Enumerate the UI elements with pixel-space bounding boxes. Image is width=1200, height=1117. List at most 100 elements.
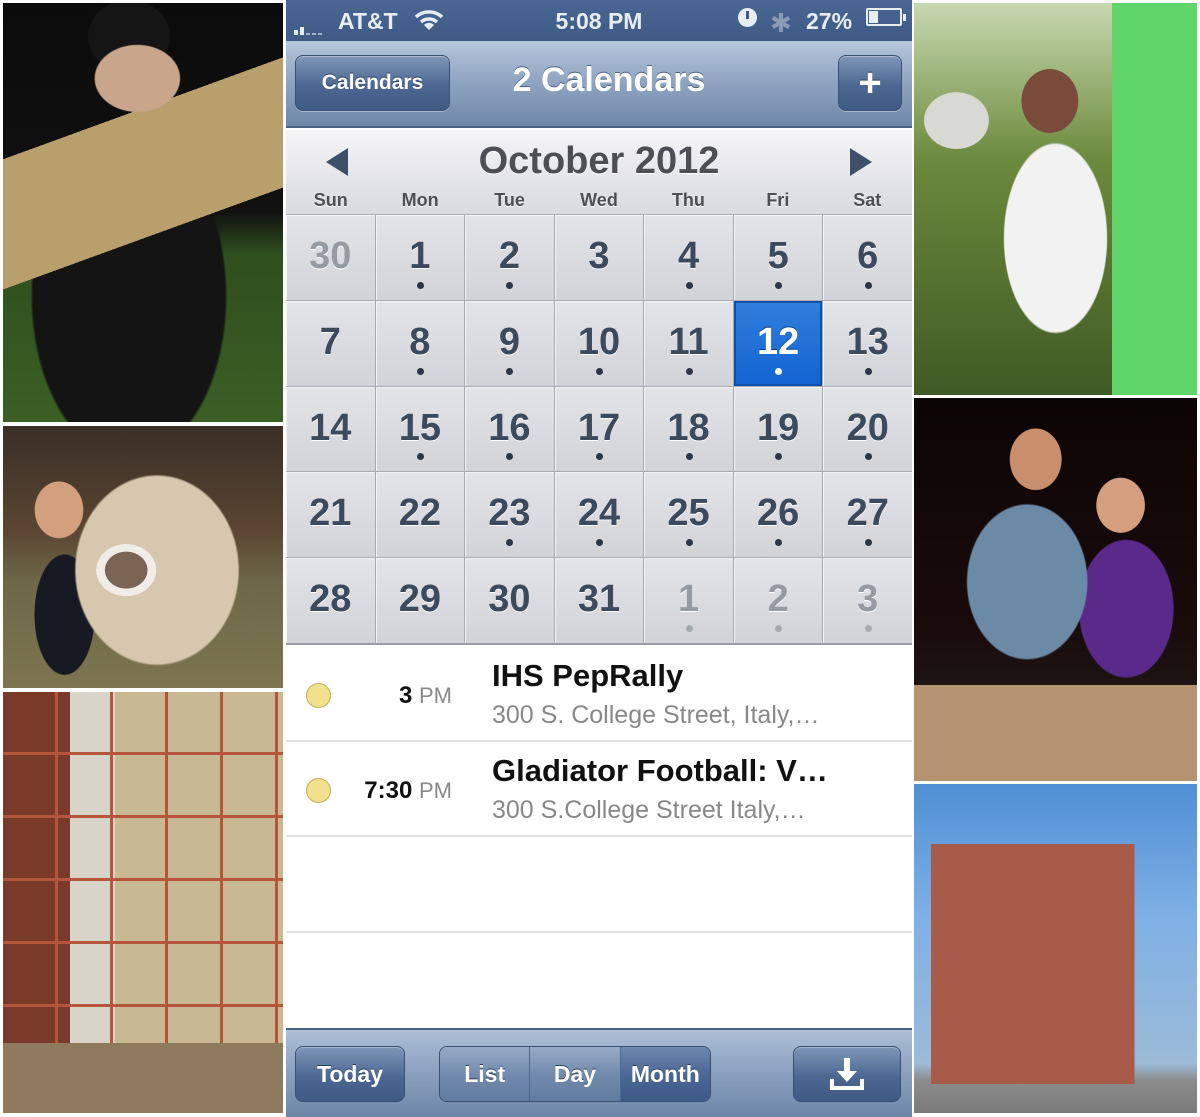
calendar-day[interactable]: 19 — [733, 386, 823, 472]
segment-day[interactable]: Day — [530, 1047, 621, 1101]
today-button[interactable]: Today — [295, 1046, 405, 1102]
event-indicator-dot — [506, 281, 514, 289]
calendar-day[interactable]: 30 — [465, 558, 554, 643]
photo-building-scaffolding — [3, 692, 283, 1113]
calendar-day[interactable]: 20 — [823, 386, 912, 472]
event-indicator-dot — [416, 367, 424, 375]
segment-month[interactable]: Month — [620, 1047, 710, 1101]
event-indicator-dot — [775, 625, 783, 632]
day-number: 30 — [309, 235, 352, 277]
event-indicator-dot — [595, 539, 603, 547]
day-number: 28 — [309, 578, 352, 621]
weekday-label: Mon — [401, 190, 439, 210]
day-number: 10 — [577, 320, 621, 363]
event-indicator-dot — [595, 367, 603, 375]
day-number: 6 — [857, 235, 879, 277]
day-number: 20 — [846, 406, 889, 449]
next-month-button[interactable] — [850, 148, 872, 176]
weekday-label: Tue — [494, 190, 525, 210]
calendar-day[interactable]: 8 — [375, 300, 465, 386]
empty-event-row — [286, 837, 912, 933]
event-indicator-dot — [775, 367, 783, 375]
calendar-day[interactable]: 14 — [286, 386, 375, 472]
calendar-day[interactable]: 1 — [644, 558, 733, 643]
day-number: 27 — [846, 492, 889, 535]
day-number: 1 — [677, 578, 700, 621]
weekday-label: Wed — [580, 190, 618, 210]
day-number: 26 — [756, 492, 800, 535]
photo-couple-hotdogs — [914, 398, 1197, 781]
day-number: 3 — [857, 578, 879, 621]
calendar-day[interactable]: 9 — [465, 300, 554, 386]
calendar-day[interactable]: 25 — [644, 472, 733, 558]
calendar-day[interactable]: 2 — [465, 215, 554, 300]
day-number: 31 — [577, 578, 621, 621]
calendar-day[interactable]: 23 — [465, 472, 554, 558]
day-number: 13 — [846, 320, 889, 363]
day-number: 4 — [677, 235, 700, 277]
event-indicator-dot — [506, 539, 514, 547]
calendar-day[interactable]: 21 — [286, 472, 375, 558]
calendar-day[interactable]: 2 — [733, 558, 823, 643]
alarm-icon — [738, 8, 757, 27]
weekday-label: Fri — [766, 190, 790, 210]
event-indicator-dot — [416, 281, 424, 289]
day-number: 24 — [577, 492, 621, 535]
event-row[interactable]: 3 PM IHS PepRally 300 S. College Street,… — [286, 647, 912, 742]
calendar-day[interactable]: 4 — [644, 215, 733, 300]
calendar-day[interactable]: 27 — [823, 472, 912, 558]
event-indicator-dot — [685, 625, 693, 632]
event-row[interactable]: 7:30 PM Gladiator Football: V… 300 S.Col… — [286, 742, 912, 837]
calendar-day[interactable]: 16 — [465, 386, 554, 472]
day-number: 5 — [767, 235, 789, 277]
calendar-color-dot — [306, 778, 331, 803]
page-title: 2 Calendars — [512, 61, 706, 99]
calendar-app-screen: AT&T 5:08 PM ✱ 27% Calendars 2 Calendars… — [286, 0, 912, 1117]
plus-icon: + — [858, 60, 882, 105]
calendar-day[interactable]: 11 — [644, 300, 733, 386]
day-number: 12 — [756, 320, 800, 363]
photo-picnic-people — [914, 3, 1197, 395]
calendar-day[interactable]: 29 — [375, 558, 465, 643]
calendar-day[interactable]: 18 — [644, 386, 733, 472]
calendar-day[interactable]: 26 — [733, 472, 823, 558]
calendar-day-selected[interactable]: 12 — [733, 300, 823, 386]
calendar-day[interactable]: 31 — [554, 558, 644, 643]
day-number: 18 — [667, 406, 710, 449]
day-number: 15 — [398, 406, 441, 449]
calendar-day[interactable]: 24 — [554, 472, 644, 558]
calendar-day[interactable]: 30 — [286, 215, 375, 300]
day-number: 2 — [767, 578, 789, 621]
event-indicator-dot — [595, 453, 603, 461]
month-grid: 30 1 2 3 4 5 6 7 8 9 10 11 12 13 14 15 16 17 18 19 20 21 22 23 2… — [286, 215, 912, 645]
calendar-day[interactable]: 3 — [823, 558, 912, 643]
calendar-day[interactable]: 15 — [375, 386, 465, 472]
day-number: 29 — [398, 578, 441, 621]
calendar-day[interactable]: 3 — [554, 215, 644, 300]
calendar-day[interactable]: 5 — [733, 215, 823, 300]
month-header: October 2012 Sun Mon Tue Wed Thu Fri Sat — [286, 130, 912, 215]
day-number: 3 — [588, 235, 610, 277]
day-number: 8 — [409, 320, 431, 363]
calendar-day[interactable]: 6 — [823, 215, 912, 300]
view-mode-segmented-control: List Day Month — [439, 1046, 711, 1102]
calendar-day[interactable]: 22 — [375, 472, 465, 558]
month-title: October 2012 — [478, 140, 720, 182]
day-number: 14 — [309, 406, 352, 449]
event-indicator-dot — [775, 281, 783, 289]
add-event-button[interactable]: + — [838, 55, 902, 111]
calendar-day[interactable]: 10 — [554, 300, 644, 386]
calendar-color-dot — [306, 683, 331, 708]
event-indicator-dot — [685, 539, 693, 547]
day-number: 17 — [577, 406, 621, 449]
calendar-day[interactable]: 28 — [286, 558, 375, 643]
event-indicator-dot — [775, 453, 783, 461]
inbox-button[interactable] — [793, 1046, 901, 1102]
calendar-day[interactable]: 1 — [375, 215, 465, 300]
calendar-day[interactable]: 7 — [286, 300, 375, 386]
photo-girl-teddy-bear — [3, 426, 283, 688]
event-title: Gladiator Football: V… — [492, 753, 828, 788]
calendar-day[interactable]: 17 — [554, 386, 644, 472]
calendar-day[interactable]: 13 — [823, 300, 912, 386]
segment-list[interactable]: List — [440, 1047, 531, 1101]
